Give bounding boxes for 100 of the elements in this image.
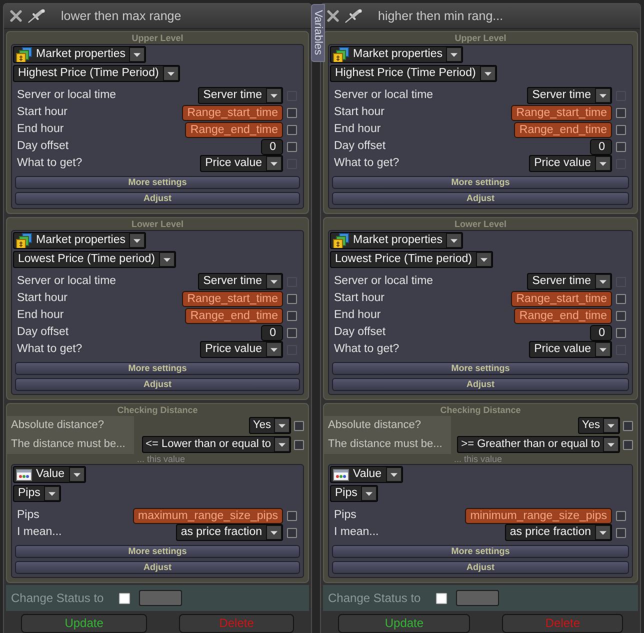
number-field[interactable]: 0 [261, 138, 283, 154]
checkbox[interactable] [616, 108, 626, 118]
field-label: Day offset [334, 325, 386, 340]
dropdown[interactable]: Market properties [330, 46, 464, 63]
dropdown[interactable]: as price fraction [504, 524, 612, 541]
close-icon[interactable] [327, 10, 339, 22]
field-label: Day offset [17, 139, 69, 154]
dropdown[interactable]: Market properties [330, 232, 464, 249]
checkbox[interactable] [287, 124, 297, 134]
section-button[interactable]: Adjust [332, 378, 629, 391]
section-button[interactable]: More settings [332, 545, 629, 558]
dropdown[interactable]: Pips [13, 485, 62, 502]
section-button[interactable]: Adjust [15, 192, 300, 205]
dropdown[interactable]: Lowest Price (Time period) [13, 251, 176, 268]
dropdown[interactable]: Server time [198, 273, 283, 290]
caret-icon [361, 486, 378, 501]
field-label: What to get? [334, 156, 400, 171]
number-field[interactable]: 0 [590, 324, 612, 340]
dropdown[interactable]: Server time [527, 87, 612, 104]
dropdown[interactable]: Highest Price (Time Period) [13, 65, 180, 82]
section-title: Upper Level [132, 32, 184, 44]
dropdown[interactable]: Price value [200, 341, 283, 358]
checkbox[interactable] [287, 108, 297, 118]
dropdown[interactable]: Price value [200, 155, 283, 172]
section-button[interactable]: Adjust [15, 378, 300, 391]
section-button[interactable]: More settings [15, 176, 300, 189]
section-title: Checking Distance [117, 404, 198, 416]
dropdown[interactable]: Value [13, 466, 86, 483]
dropdown[interactable]: <= Lower than or equal to [142, 436, 291, 453]
checkbox[interactable] [616, 328, 626, 338]
checkbox[interactable] [287, 510, 297, 520]
dropdown[interactable]: Price value [529, 341, 612, 358]
stacked-cards-icon [16, 47, 32, 62]
caret-icon [476, 252, 492, 267]
caret-icon [595, 274, 611, 289]
field-label: I mean... [17, 525, 62, 540]
action-button[interactable]: Update [338, 614, 470, 633]
checkbox[interactable] [287, 142, 297, 152]
section-button[interactable]: Adjust [332, 192, 629, 205]
dropdown[interactable]: Yes [249, 417, 291, 434]
pushpin-icon[interactable] [345, 9, 363, 23]
window-title: higher then min rang... [378, 8, 504, 24]
section-button[interactable]: Adjust [332, 561, 629, 574]
checkbox[interactable] [623, 420, 633, 430]
caret-icon [158, 252, 175, 267]
field-label: What to get? [17, 156, 82, 171]
number-field[interactable]: 0 [590, 138, 612, 154]
checkbox[interactable] [616, 510, 626, 520]
caret-icon [266, 156, 282, 171]
dropdown[interactable]: Market properties [13, 46, 146, 63]
checkbox[interactable] [118, 592, 130, 604]
dropdown[interactable]: Yes [578, 417, 620, 434]
caret-icon [274, 437, 290, 452]
field-label: The distance must be... [328, 437, 442, 452]
field-label: Pips [17, 508, 40, 523]
field-label: Day offset [334, 139, 386, 154]
stacked-cards-icon [16, 233, 32, 248]
field-label: Absolute distance? [11, 418, 104, 433]
checkbox[interactable] [616, 310, 626, 320]
dropdown[interactable]: Server time [198, 87, 283, 104]
dropdown[interactable]: Price value [529, 155, 612, 172]
checkbox[interactable] [616, 294, 626, 304]
field-label: I mean... [334, 525, 379, 540]
section-button[interactable]: More settings [15, 545, 300, 558]
checkbox[interactable] [294, 440, 304, 450]
number-field[interactable]: 0 [261, 324, 283, 340]
section-button[interactable]: More settings [15, 362, 300, 375]
dropdown[interactable]: Server time [527, 273, 612, 290]
dropdown[interactable]: Lowest Price (Time period) [330, 251, 493, 268]
dropdown[interactable]: Value [330, 466, 403, 483]
input-field[interactable] [138, 590, 182, 606]
checkbox[interactable] [623, 440, 633, 450]
field-label: Day offset [17, 325, 69, 340]
dropdown[interactable]: Market properties [13, 232, 146, 249]
section-button[interactable]: More settings [332, 362, 629, 375]
checkbox[interactable] [294, 420, 304, 430]
dropdown[interactable]: Pips [330, 485, 378, 502]
window-icon [16, 468, 32, 480]
checkbox[interactable] [436, 592, 447, 604]
checkbox[interactable] [287, 328, 297, 338]
section-button[interactable]: Adjust [15, 561, 300, 574]
caret-icon [595, 156, 611, 171]
dropdown[interactable]: Highest Price (Time Period) [330, 65, 497, 82]
action-button[interactable]: Update [21, 614, 148, 633]
section-button[interactable]: More settings [332, 176, 629, 189]
section-title: Checking Distance [440, 404, 521, 416]
caret-icon [386, 467, 402, 482]
field-label: Server or local time [334, 88, 434, 103]
pushpin-icon[interactable] [28, 9, 46, 23]
checkbox[interactable] [616, 528, 626, 538]
dropdown[interactable]: >= Greather than or equal to [457, 436, 620, 453]
checkbox[interactable] [616, 124, 626, 134]
checkbox[interactable] [287, 310, 297, 320]
input-field[interactable] [456, 590, 499, 606]
checkbox[interactable] [616, 142, 626, 152]
dropdown[interactable]: as price fraction [176, 524, 283, 541]
close-icon[interactable] [10, 10, 22, 22]
variables-tab[interactable]: Variables [311, 4, 325, 62]
checkbox[interactable] [287, 294, 297, 304]
checkbox[interactable] [287, 528, 297, 538]
